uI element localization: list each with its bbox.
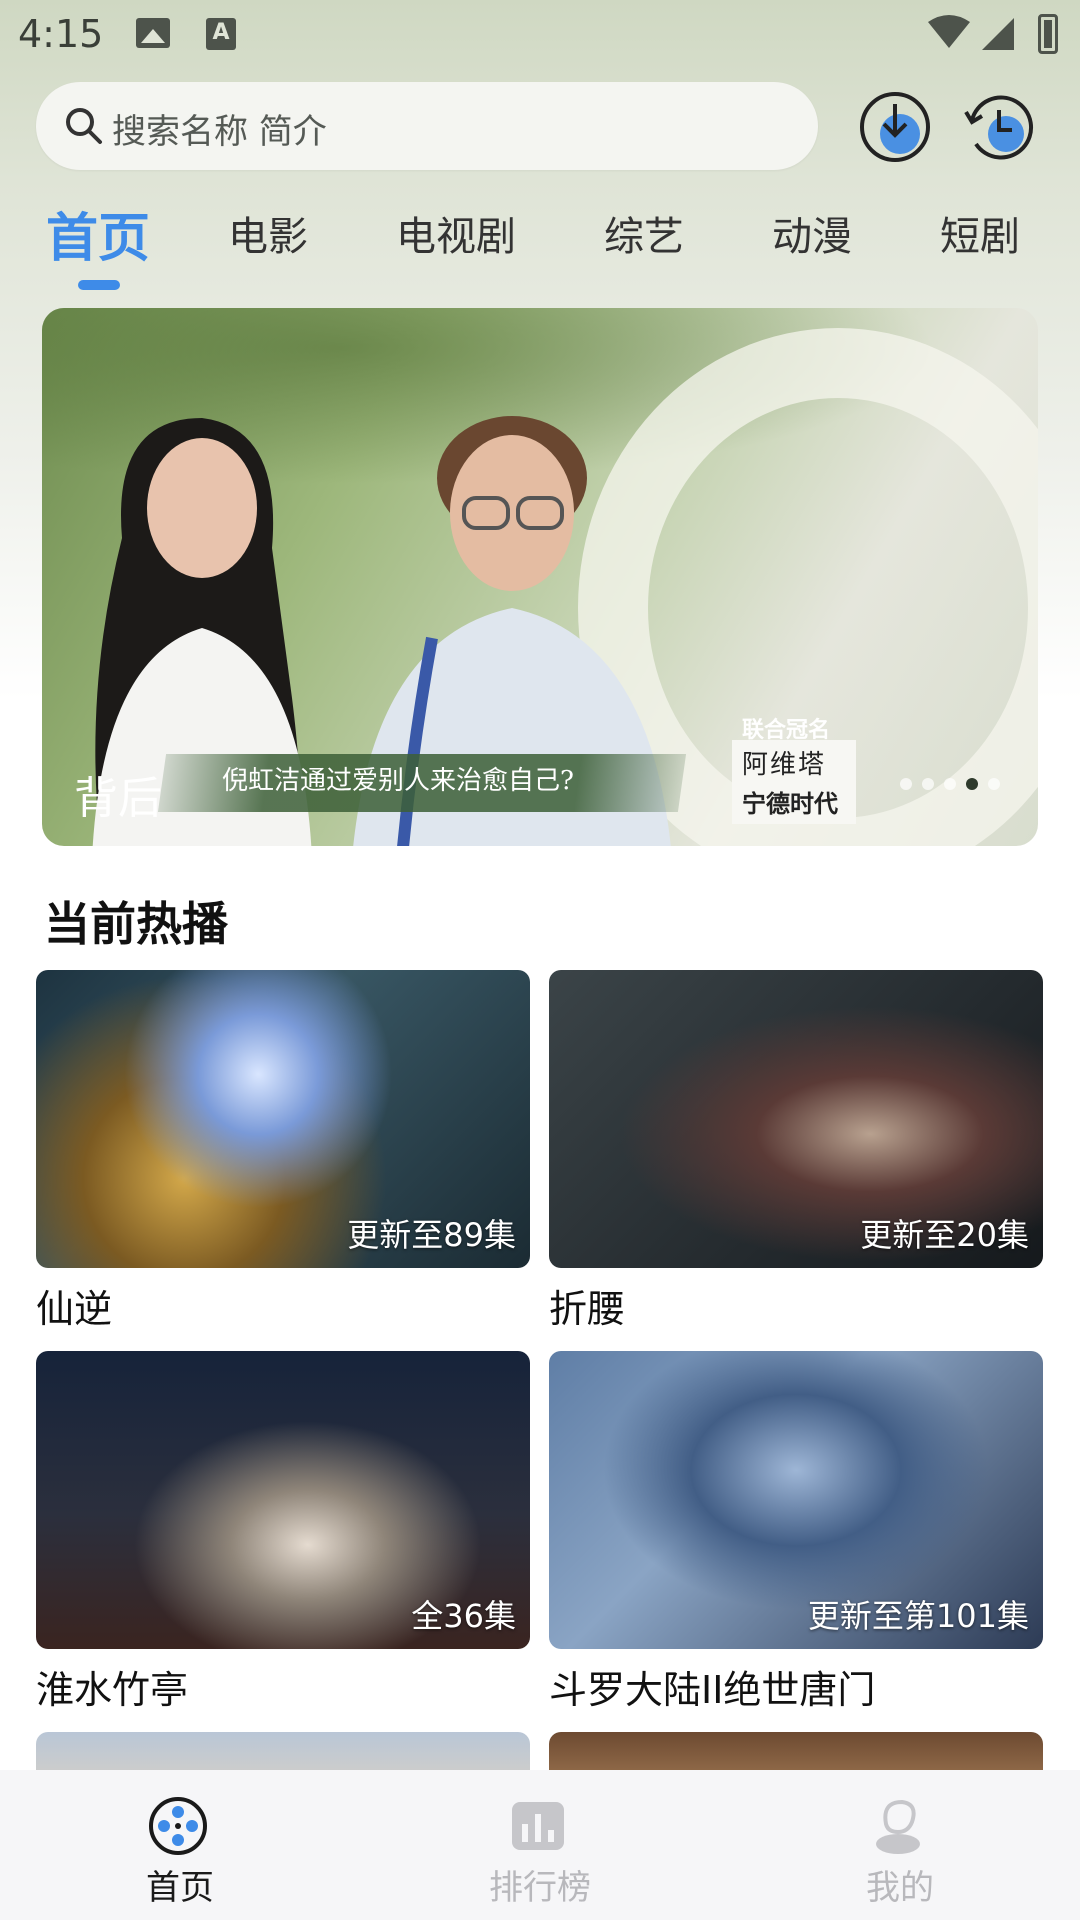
nav-home-label: 首页 [146, 1868, 214, 1908]
video-title[interactable]: 折腰 [549, 1278, 625, 1333]
episode-badge: 更新至89集 [347, 1216, 516, 1254]
episode-badge: 更新至第101集 [807, 1597, 1029, 1635]
video-card[interactable]: 全36集 淮水竹亭 [36, 1351, 530, 1712]
category-tabs: 首页 电影 电视剧 综艺 动漫 短剧 [0, 196, 1080, 296]
nav-profile-label: 我的 [866, 1868, 934, 1908]
section-title: 当前热播 [44, 897, 228, 951]
video-thumbnail[interactable]: 更新至第101集 [549, 1351, 1043, 1649]
carousel-dot-active [966, 778, 978, 790]
wifi-icon [928, 15, 970, 48]
episode-badge: 更新至20集 [860, 1216, 1029, 1254]
search-input[interactable]: 搜索名称 简介 [112, 104, 327, 153]
status-time: 4:15 [18, 12, 104, 56]
ranking-chart-icon [512, 1802, 564, 1850]
film-reel-icon [149, 1797, 207, 1855]
tab-movies[interactable]: 电影 [228, 204, 308, 262]
episode-badge: 全36集 [411, 1597, 516, 1635]
carousel-dot [900, 778, 912, 790]
search-bar[interactable]: 搜索名称 简介 [36, 82, 818, 170]
history-icon[interactable] [962, 90, 1036, 164]
signal-icon [982, 18, 1014, 50]
nav-ranking[interactable]: 排行榜 [360, 1770, 720, 1920]
sponsor-name-2: 宁德时代 [742, 790, 838, 818]
video-title[interactable]: 淮水竹亭 [36, 1659, 188, 1714]
banner-title: 背后 [74, 773, 162, 824]
tab-short-drama[interactable]: 短剧 [940, 204, 1020, 262]
download-icon[interactable] [858, 90, 932, 164]
tab-variety[interactable]: 综艺 [604, 204, 684, 262]
banner-caption: 倪虹洁通过爱别人来治愈自己? [222, 766, 574, 796]
video-thumbnail[interactable]: 更新至20集 [549, 970, 1043, 1268]
active-tab-indicator [78, 280, 120, 290]
video-title[interactable]: 斗罗大陆II绝世唐门 [549, 1659, 875, 1714]
tab-anime[interactable]: 动漫 [772, 204, 852, 262]
sponsor-logo: 阿维塔 宁德时代 [732, 740, 856, 824]
video-thumbnail[interactable]: 更新至89集 [36, 970, 530, 1268]
video-card[interactable]: 更新至20集 折腰 [549, 970, 1043, 1331]
featured-banner[interactable]: 倪虹洁通过爱别人来治愈自己? 背后 联合冠名 阿维塔 宁德时代 [42, 308, 1038, 846]
nav-home[interactable]: 首页 [0, 1770, 360, 1920]
nav-ranking-label: 排行榜 [489, 1868, 591, 1908]
profile-icon [876, 1799, 920, 1854]
sponsor-name-1: 阿维塔 [742, 750, 827, 780]
status-bar: 4:15 A [0, 0, 1080, 70]
gallery-notification-icon [136, 18, 170, 48]
video-card[interactable]: 更新至89集 仙逆 [36, 970, 530, 1331]
video-title[interactable]: 仙逆 [36, 1278, 112, 1333]
tab-home[interactable]: 首页 [46, 196, 150, 271]
video-card[interactable]: 更新至第101集 斗罗大陆II绝世唐门 [549, 1351, 1043, 1712]
bottom-navigation: 首页 排行榜 我的 [0, 1770, 1080, 1920]
carousel-dot [988, 778, 1000, 790]
app-notification-icon: A [206, 18, 236, 50]
nav-profile[interactable]: 我的 [720, 1770, 1080, 1920]
carousel-dot [922, 778, 934, 790]
battery-icon [1038, 14, 1058, 54]
video-thumbnail[interactable]: 全36集 [36, 1351, 530, 1649]
search-icon [66, 108, 102, 144]
carousel-dot [944, 778, 956, 790]
tab-tv-series[interactable]: 电视剧 [396, 204, 516, 262]
